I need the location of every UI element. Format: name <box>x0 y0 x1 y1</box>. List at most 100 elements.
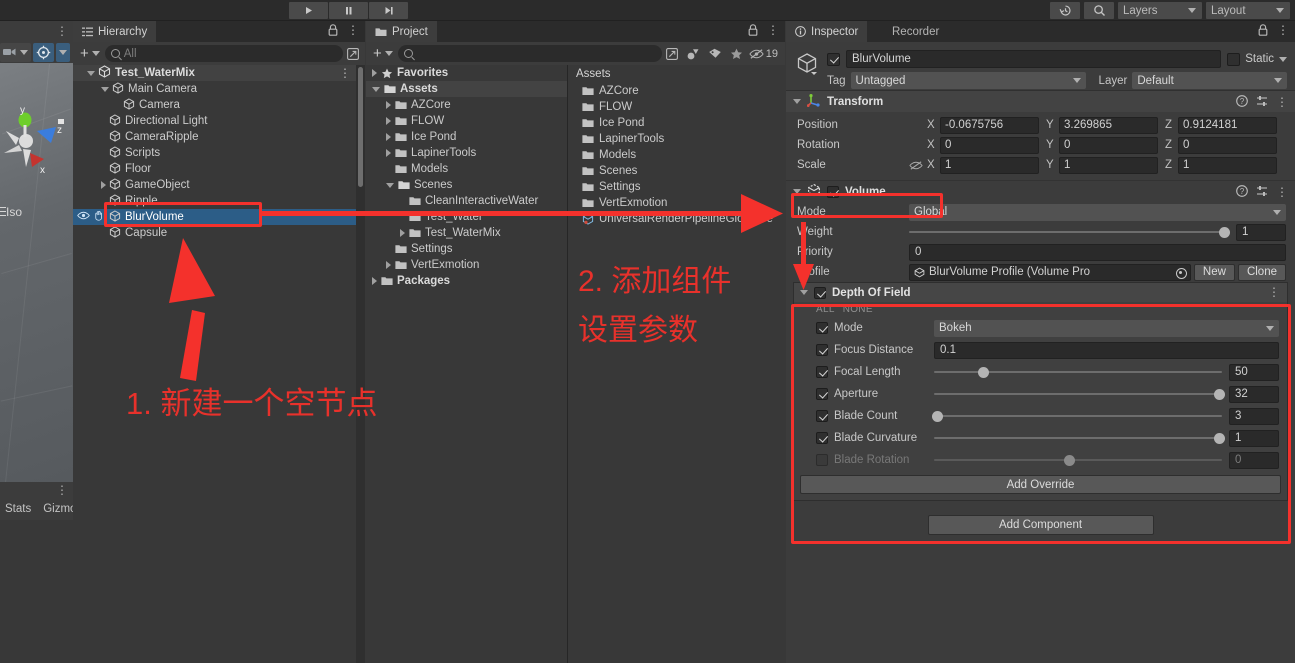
transform-menu-kebab-icon[interactable]: ⋮ <box>1276 96 1288 108</box>
project-asset-list[interactable]: Assets AZCore FLOW Ice Pond LapinerTools Mod… <box>568 65 785 663</box>
project-create-button[interactable]: + <box>370 45 396 63</box>
hierarchy-add-button[interactable]: + <box>77 45 103 63</box>
depth-of-field-menu-kebab-icon[interactable]: ⋮ <box>1268 286 1280 298</box>
scene-gizmo-toggle[interactable] <box>33 42 54 62</box>
tab-inspector[interactable]: Inspector <box>786 21 868 42</box>
dof-slider[interactable] <box>934 452 1222 469</box>
project-tree-item[interactable]: Test_Water <box>366 209 567 225</box>
project-tree-item[interactable]: LapinerTools <box>366 145 567 161</box>
hierarchy-item[interactable]: Directional Light <box>73 113 365 129</box>
collapse-triangle-icon[interactable] <box>793 99 801 104</box>
add-component-button[interactable]: Add Component <box>927 515 1154 535</box>
volume-weight-slider[interactable] <box>909 224 1230 241</box>
transform-scale-z-field[interactable]: 1 <box>1178 156 1277 174</box>
none-label[interactable]: NONE <box>843 304 873 315</box>
lock-icon[interactable] <box>328 24 338 36</box>
dof-slider[interactable] <box>934 364 1222 381</box>
hierarchy-item[interactable]: Ripple <box>73 193 365 209</box>
hierarchy-item[interactable]: Scripts <box>73 145 365 161</box>
scene-orientation-gizmo[interactable]: y z x <box>0 101 72 181</box>
volume-mode-dropdown[interactable]: Global <box>909 203 1286 221</box>
step-button[interactable] <box>369 2 408 19</box>
expand-triangle-icon[interactable] <box>386 101 391 109</box>
tab-hierarchy[interactable]: Hierarchy <box>73 21 157 42</box>
play-button[interactable] <box>289 2 328 19</box>
transform-rotation-z-field[interactable]: 0 <box>1178 136 1277 154</box>
layers-dropdown[interactable]: Layers <box>1118 2 1202 19</box>
transform-rotation-x-field[interactable]: 0 <box>940 136 1039 154</box>
transform-scale-x-field[interactable]: 1 <box>940 156 1039 174</box>
pick-hand-icon[interactable] <box>93 210 104 224</box>
gizmos-button[interactable]: Gizmo <box>38 499 73 519</box>
dof-slider-value[interactable]: 50 <box>1229 363 1279 381</box>
dof-blade-count-checkbox[interactable] <box>816 410 828 422</box>
project-tree-item[interactable]: AZCore <box>366 97 567 113</box>
hierarchy-item[interactable]: GameObject <box>73 177 365 193</box>
hierarchy-tree[interactable]: Test_WaterMix ⋮ Main Camera Camera Direction… <box>73 65 365 241</box>
dof-focus-distance-field[interactable]: 0.1 <box>934 341 1279 359</box>
asset-list-item[interactable]: AZCore <box>568 83 785 99</box>
scene-viewport[interactable]: y z x Iso <box>0 63 73 503</box>
depth-of-field-enabled-checkbox[interactable] <box>814 286 826 299</box>
dof-mode-checkbox[interactable] <box>816 322 828 334</box>
profile-clone-button[interactable]: Clone <box>1237 263 1286 281</box>
project-tree-item[interactable]: Test_WaterMix <box>366 225 567 241</box>
hierarchy-menu-kebab-icon[interactable]: ⋮ <box>347 24 359 36</box>
expand-triangle-icon[interactable] <box>101 181 106 189</box>
dof-slider[interactable] <box>931 408 1222 425</box>
layout-dropdown[interactable]: Layout <box>1206 2 1290 19</box>
transform-position-y-field[interactable]: 3.269865 <box>1059 116 1158 134</box>
project-tree-item[interactable]: Packages <box>366 273 567 289</box>
chevron-down-icon[interactable] <box>1279 56 1287 62</box>
dof-slider-value[interactable]: 1 <box>1229 429 1279 447</box>
favorites-star-icon[interactable] <box>727 48 747 60</box>
project-menu-kebab-icon[interactable]: ⋮ <box>767 24 779 36</box>
tab-recorder[interactable]: Recorder <box>883 21 948 42</box>
search-icon[interactable] <box>1084 2 1114 19</box>
transform-position-z-field[interactable]: 0.9124181 <box>1178 116 1277 134</box>
volume-profile-field[interactable]: BlurVolume Profile (Volume Pro <box>909 263 1191 281</box>
dof-mode-dropdown[interactable]: Bokeh <box>934 319 1279 337</box>
project-tree-item[interactable]: FLOW <box>366 113 567 129</box>
expand-triangle-icon[interactable] <box>386 261 391 269</box>
hierarchy-item[interactable]: Camera <box>73 97 365 113</box>
scene-gizmo-dropdown[interactable] <box>56 42 70 62</box>
hierarchy-item-selected[interactable]: BlurVolume <box>73 209 365 225</box>
dof-slider[interactable] <box>934 386 1225 403</box>
expand-triangle-icon[interactable] <box>386 133 391 141</box>
depth-of-field-header[interactable]: Depth Of Field ⋮ <box>794 283 1287 302</box>
project-expand-icon[interactable] <box>664 47 681 60</box>
dof-blade-rotation-checkbox[interactable] <box>816 454 828 466</box>
expand-triangle-icon[interactable] <box>87 70 95 76</box>
tag-dropdown[interactable]: Untagged <box>850 72 1086 89</box>
scene-kebab-icon[interactable]: ⋮ <box>339 67 351 79</box>
visibility-eye-icon[interactable] <box>77 211 90 223</box>
hierarchy-item[interactable]: Test_WaterMix ⋮ <box>73 65 365 81</box>
stats-button[interactable]: Stats <box>0 499 37 519</box>
help-icon[interactable]: ? <box>1236 185 1248 200</box>
dof-blade-curvature-checkbox[interactable] <box>816 432 828 444</box>
object-picker-icon[interactable] <box>1175 267 1187 279</box>
gameobject-name-field[interactable]: BlurVolume <box>846 50 1222 68</box>
lock-icon[interactable] <box>1258 24 1268 36</box>
dof-slider-value[interactable]: 0 <box>1229 451 1279 469</box>
dof-focus-distance-checkbox[interactable] <box>816 344 828 356</box>
hierarchy-item[interactable]: Floor <box>73 161 365 177</box>
project-tree-item[interactable]: CleanInteractiveWater <box>366 193 567 209</box>
volume-component-header[interactable]: Volume ? ⋮ <box>786 180 1295 202</box>
expand-triangle-icon[interactable] <box>372 277 377 285</box>
expand-triangle-icon[interactable] <box>372 86 380 92</box>
static-checkbox[interactable] <box>1227 52 1241 66</box>
pause-button[interactable] <box>329 2 368 19</box>
scene-menu-kebab-icon[interactable]: ⋮ <box>56 25 68 37</box>
lock-icon[interactable] <box>748 24 758 36</box>
preset-icon[interactable] <box>1256 95 1268 110</box>
inspector-menu-kebab-icon[interactable]: ⋮ <box>1277 24 1289 36</box>
asset-list-item[interactable]: Ice Pond <box>568 115 785 131</box>
hierarchy-item[interactable]: Capsule <box>73 225 365 241</box>
hierarchy-item[interactable]: CameraRipple <box>73 129 365 145</box>
project-tree-item[interactable]: Scenes <box>366 177 567 193</box>
asset-list-item[interactable]: Scenes <box>568 163 785 179</box>
project-tree-item[interactable]: Favorites <box>366 65 567 81</box>
add-override-button[interactable]: Add Override <box>800 475 1281 494</box>
